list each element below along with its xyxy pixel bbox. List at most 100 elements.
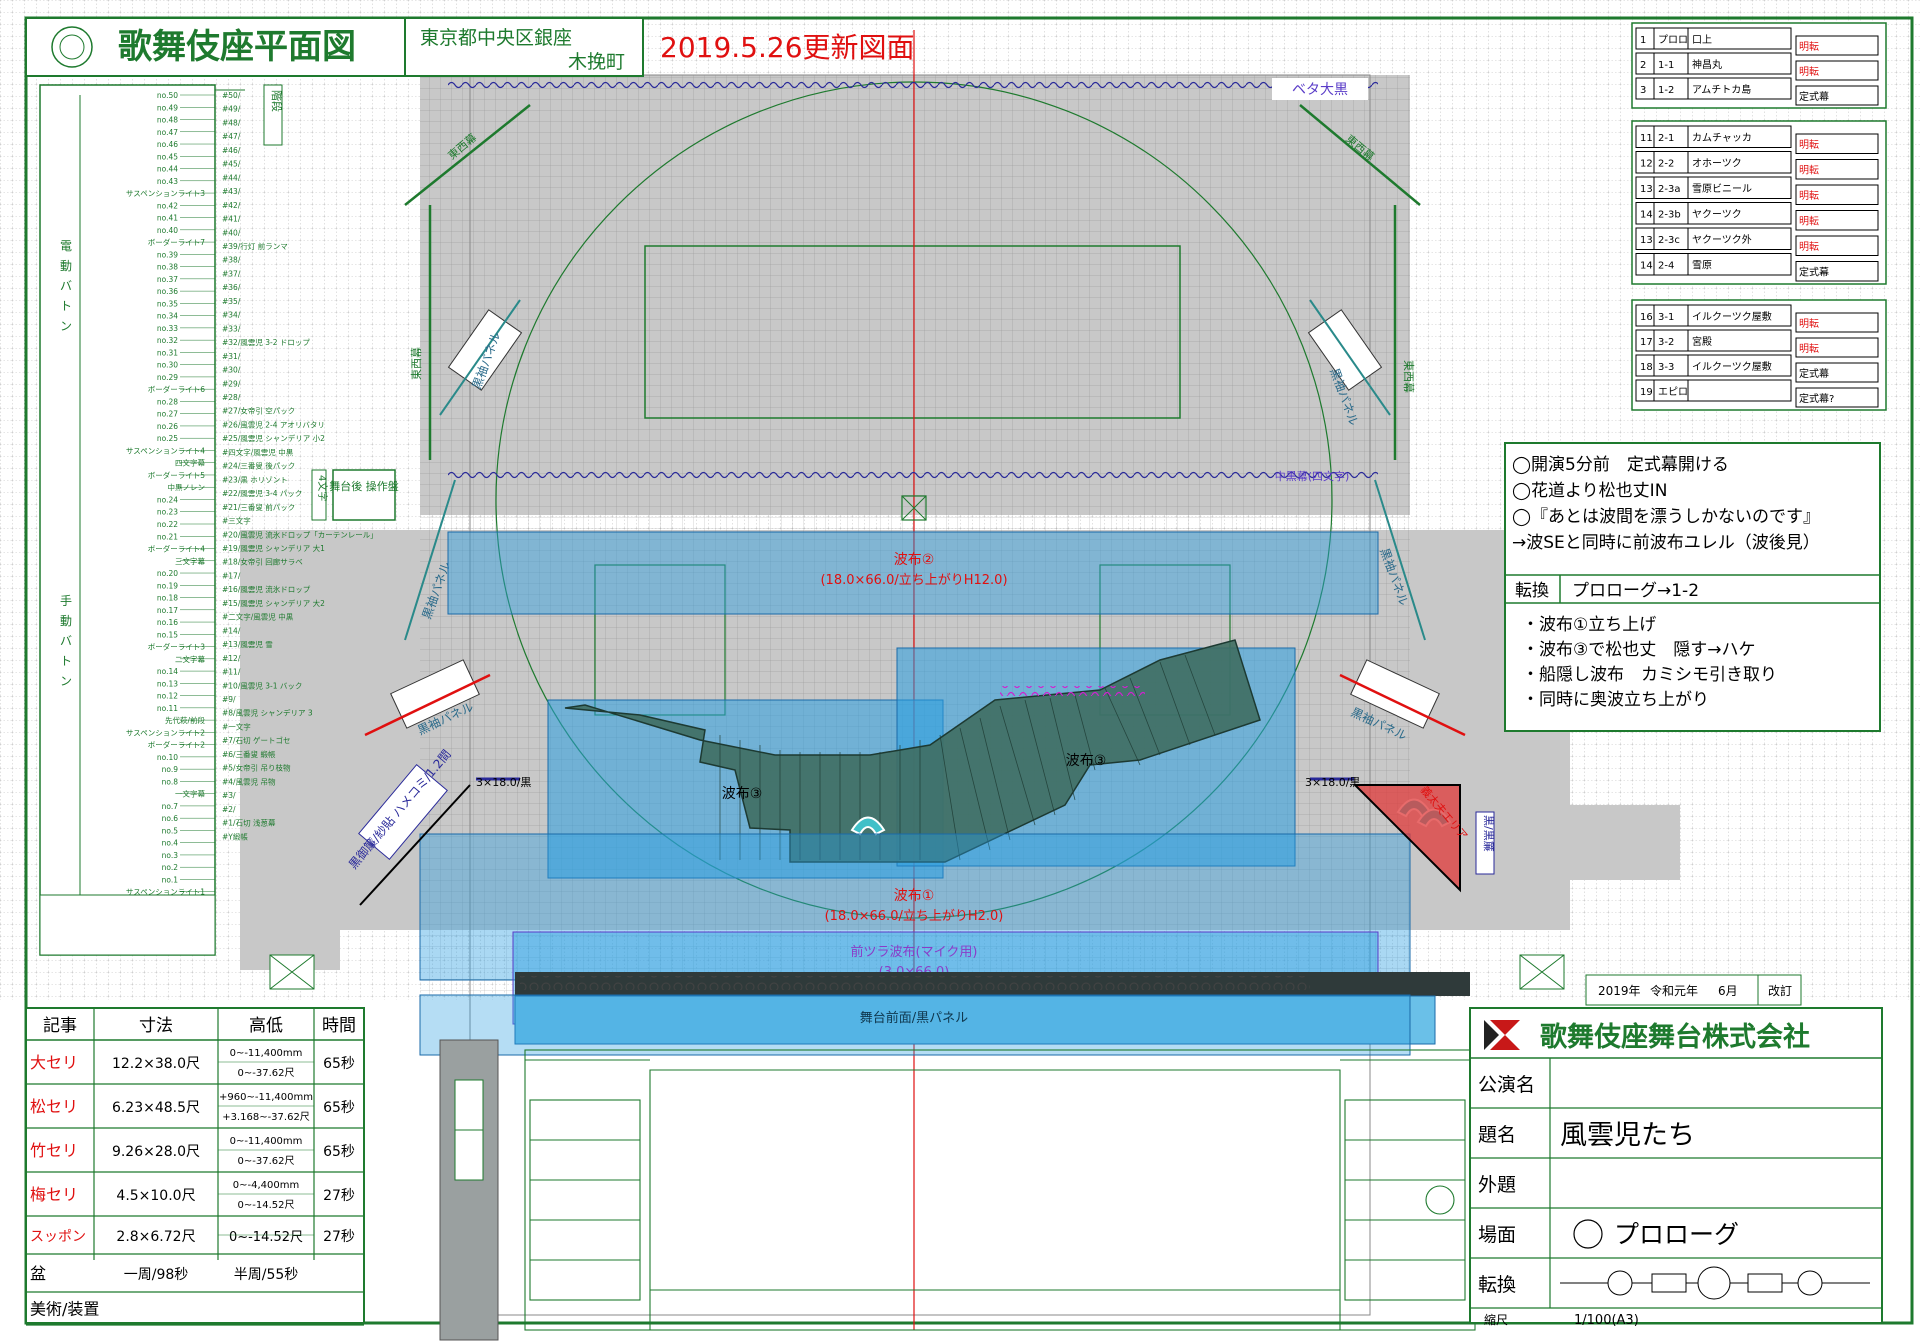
batten-row-label: no.50 — [157, 91, 178, 100]
specs-row-h2: 0~-37.62尺 — [238, 1067, 295, 1079]
company-row-value: 風雲児たち — [1560, 1120, 1695, 1151]
scene-code: 2-3c — [1658, 235, 1680, 246]
batten-row-label: no.40 — [157, 226, 178, 235]
batten-row-label: no.14 — [157, 667, 178, 676]
batten-assignment: #7/石切 ゲートゴセ — [222, 735, 290, 745]
wave-cloth-3-label-right: 波布③ — [1066, 753, 1107, 769]
batten-assignment: #22/風雲児 3-4 パック — [222, 489, 302, 498]
scene-name: ヤクーツク — [1692, 209, 1742, 221]
company-row-label: 場面 — [1478, 1224, 1516, 1246]
scene-code: 2-2 — [1658, 159, 1674, 170]
batten-assignment: #29/ — [222, 379, 241, 388]
batten-row-label: no.12 — [157, 692, 178, 701]
scene-note: 明転 — [1799, 165, 1819, 177]
scene-num: 16 — [1640, 312, 1653, 323]
batten-row-label: no.35 — [157, 299, 178, 308]
batten-assignment: #28/ — [222, 393, 241, 402]
specs-row-dim: 12.2×38.0尺 — [112, 1056, 200, 1072]
batten-assignment: #33/ — [222, 324, 241, 333]
specs-header: 時間 — [322, 1016, 356, 1036]
svg-text:バ: バ — [60, 634, 72, 648]
mid-black-label: 中黒幕(四文字) — [1275, 469, 1350, 483]
scene-name: オホーツク — [1692, 158, 1742, 170]
batten-row-label: no.2 — [162, 863, 179, 872]
batten-assignment: #44/ — [222, 173, 241, 182]
scene-name: イルクーツク屋敷 — [1692, 310, 1772, 323]
dim-left-label: 3×18.0/黒 — [476, 776, 531, 789]
wave-cloth-2-dim: (18.0×66.0/立ち上がりH12.0) — [820, 573, 1007, 588]
batten-row-label: no.39 — [157, 250, 178, 259]
svg-text:動: 動 — [60, 259, 72, 273]
batten-assignment: #10/風雲児 3-1 バック — [222, 681, 302, 690]
scene-code: エピロ — [1658, 386, 1688, 398]
specs-row-h1: 0~-11,400mm — [230, 1048, 303, 1059]
cue-line: ◯花道より松也丈IN — [1512, 481, 1667, 501]
specs-row-dim: 4.5×10.0尺 — [116, 1188, 195, 1204]
address-2: 木挽町 — [568, 51, 625, 73]
specs-header: 記事 — [43, 1016, 77, 1036]
scene-note: 定式幕? — [1799, 392, 1834, 405]
wave-cloth-3-label-left: 波布③ — [722, 786, 763, 802]
scene-note: 明転 — [1799, 216, 1819, 228]
electric-battens-label: 電 — [60, 239, 72, 253]
specs-row-name: 梅セリ — [30, 1185, 78, 1204]
specs-row-h2: 0~-14.52尺 — [229, 1230, 303, 1245]
batten-row-label: no.10 — [157, 753, 178, 762]
scene-code: 2-4 — [1658, 261, 1674, 272]
batten-assignment: #47/ — [222, 132, 241, 141]
batten-assignment: #17/ — [222, 571, 241, 580]
specs-row-name: 竹セリ — [30, 1141, 78, 1160]
batten-row-label: no.43 — [157, 177, 178, 186]
wave-cloth-1-dim: (18.0×66.0/立ち上がりH2.0) — [825, 909, 1004, 924]
batten-assignment: #2/ — [222, 805, 236, 814]
batten-assignment: #13/風雲児 雪 — [222, 640, 273, 649]
batten-assignment: #四文字/風雲児 中黒 — [222, 447, 294, 457]
svg-text:改訂: 改訂 — [1768, 983, 1792, 998]
batten-assignment: #50/ — [222, 91, 241, 100]
scene-code: 1-2 — [1658, 85, 1674, 96]
batten-row-label: no.29 — [157, 373, 178, 382]
batten-list-panel — [39, 84, 216, 956]
batten-row-label: no.32 — [157, 336, 178, 345]
stairs-label: 階段 — [270, 90, 284, 112]
stage-ops-label: 舞台後 操作盤 — [329, 479, 399, 493]
scene-note: 定式幕 — [1799, 367, 1829, 380]
scene-note: 明転 — [1799, 66, 1819, 78]
east-west-curtain-left-label: 東西幕 — [409, 347, 423, 380]
batten-row-label: no.8 — [162, 777, 179, 786]
scene-name: イルクーツク屋敷 — [1692, 360, 1772, 373]
batten-assignment: #3/ — [222, 791, 236, 800]
change-label: 転換 — [1515, 581, 1549, 601]
batten-row-label: no.3 — [162, 851, 179, 860]
specs-row-dim: 6.23×48.5尺 — [112, 1100, 200, 1116]
batten-row-label: no.33 — [157, 324, 178, 333]
batten-assignment: #8/風雲児 シャンデリア 3 — [222, 708, 313, 718]
batten-row-label: no.47 — [157, 128, 178, 137]
scene-num: 2 — [1640, 60, 1646, 71]
batten-row-label: no.21 — [157, 532, 178, 541]
specs-row-name: 大セリ — [30, 1053, 78, 1072]
scene-num: 14 — [1640, 210, 1653, 221]
batten-row-label: no.23 — [157, 508, 178, 517]
batten-row-label: no.38 — [157, 263, 178, 272]
specs-row-dim: 一周/98秒 — [124, 1267, 189, 1283]
scale-label: 縮尺 — [1484, 1312, 1508, 1327]
scale-value: 1/100(A3) — [1574, 1313, 1639, 1328]
batten-assignment: #49/ — [222, 105, 241, 114]
batten-row-label: no.9 — [162, 765, 179, 774]
scene-num: 1 — [1640, 35, 1646, 46]
scene-name: 口上 — [1692, 34, 1712, 46]
batten-assignment: #42/ — [222, 201, 241, 210]
right-note-label: 黒/黒簾 — [1482, 815, 1496, 852]
specs-row-h2: 0~-37.62尺 — [238, 1155, 295, 1167]
scene-num: 17 — [1640, 337, 1653, 348]
batten-row-label: サスペンションライト3 — [126, 189, 205, 198]
specs-row-time: 27秒 — [323, 1229, 355, 1245]
batten-row-label: no.20 — [157, 569, 178, 578]
ship-hiding-wave — [1000, 686, 1145, 696]
svg-text:動: 動 — [60, 614, 72, 628]
batten-assignment: #1/石切 浅葱幕 — [222, 818, 276, 828]
company-block: 歌舞伎座舞台株式会社公演名題名 風雲児たち外題場面 プロローグ転換縮尺 1/100(A… — [1469, 1007, 1883, 1328]
batten-assignment: #48/ — [222, 118, 241, 127]
mid-black-curtain — [448, 471, 1378, 481]
